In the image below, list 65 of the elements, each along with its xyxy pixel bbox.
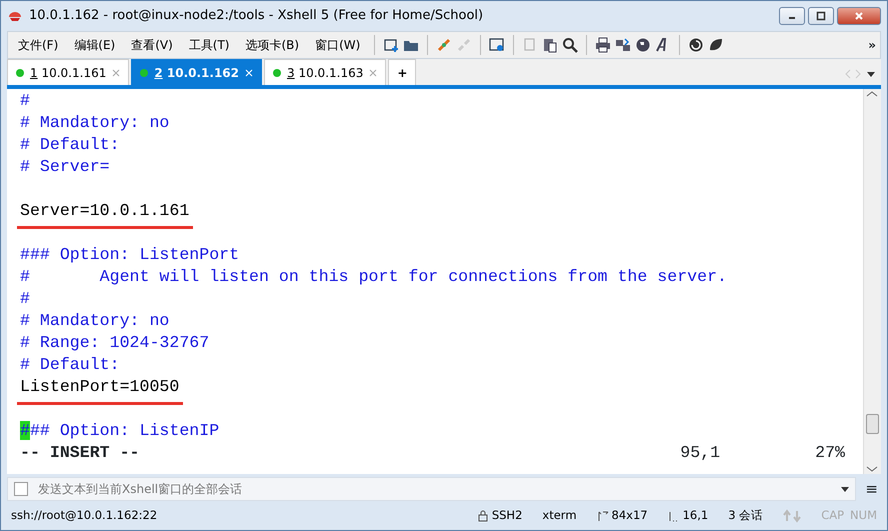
terminal-line: Server=10.0.1.161: [17, 204, 194, 229]
cursor-coordinates: 16,1: [682, 507, 708, 524]
connect-icon[interactable]: [436, 37, 452, 53]
terminal-line: # Mandatory: no: [20, 311, 170, 330]
cursor-position: 95,1: [680, 442, 720, 464]
status-dot-icon: [273, 68, 282, 76]
scroll-percent: 27%: [815, 442, 845, 464]
session-count: 3 会话: [728, 507, 764, 524]
session-tab[interactable]: 2 10.0.1.162: [131, 59, 262, 85]
menu-item[interactable]: 工具(T): [182, 34, 236, 56]
terminal-line: ### Option: ListenPort: [20, 245, 240, 264]
properties-icon[interactable]: [489, 37, 506, 53]
transfer-icon[interactable]: [615, 37, 632, 53]
terminal-line: #: [20, 289, 30, 308]
terminal-line: ### Option: ListenIP: [20, 421, 220, 440]
lock-icon: [476, 510, 489, 522]
session-tab[interactable]: 3 10.0.1.163: [264, 59, 386, 85]
terminal-line: # Default:: [20, 135, 120, 154]
maximize-icon: [816, 11, 826, 21]
scroll-up-icon[interactable]: [864, 89, 880, 99]
overflow-button[interactable]: »: [868, 36, 876, 54]
scrollbar-thumb[interactable]: [866, 414, 879, 434]
protocol-label: SSH2: [492, 507, 522, 524]
menu-item[interactable]: 选项卡(B): [240, 34, 306, 56]
terminal-line: # Mandatory: no: [20, 113, 170, 132]
terminal-line: # Range: 1024-32767: [20, 333, 210, 352]
num-lock-indicator: NUM: [850, 507, 877, 524]
resize-icon: [596, 510, 609, 522]
vim-mode: -- INSERT --: [20, 442, 140, 464]
new-session-icon[interactable]: [383, 37, 400, 53]
close-icon: [854, 11, 864, 21]
menu-item[interactable]: 文件(F): [12, 34, 64, 56]
connection-address: ssh://root@10.0.1.162:22: [11, 507, 158, 524]
compose-field[interactable]: 发送文本到当前Xshell窗口的全部会话: [7, 477, 856, 501]
status-dot-icon: [140, 68, 148, 76]
compose-input-field[interactable]: 发送文本到当前Xshell窗口的全部会话: [36, 479, 834, 499]
menu-button[interactable]: ≡: [862, 478, 881, 500]
search-icon[interactable]: [562, 37, 578, 53]
cursor-icon: [668, 510, 680, 522]
menu-item[interactable]: 查看(V): [125, 34, 179, 56]
printer-icon[interactable]: [595, 37, 612, 53]
terminal-type: xterm: [542, 507, 577, 524]
terminal-line: # Default:: [20, 355, 120, 374]
terminal-line: #: [20, 91, 30, 110]
new-tab-button[interactable]: +: [388, 59, 416, 85]
terminal-line: ListenPort=10050: [17, 380, 184, 405]
up-down-arrows-icon: [783, 509, 802, 523]
window-title: 10.0.1.162 - root@inux-node2:/tools - Xshell 5 (Free for Home/School): [29, 7, 484, 26]
caps-lock-indicator: CAP: [821, 507, 844, 524]
menu-item[interactable]: 编辑(E): [68, 34, 122, 56]
status-dot-icon: [16, 68, 24, 76]
leaf-icon[interactable]: [708, 37, 724, 53]
caret-icon[interactable]: [867, 72, 875, 76]
caret-icon[interactable]: [841, 486, 850, 492]
close-button[interactable]: [837, 7, 881, 25]
menu-item[interactable]: 窗口(W): [309, 34, 366, 56]
terminal-size: 84x17: [612, 507, 648, 524]
maximize-button[interactable]: [808, 7, 834, 25]
terminal-line: # Server=: [20, 157, 110, 176]
paste-icon[interactable]: [542, 37, 558, 53]
minimize-button[interactable]: [779, 7, 805, 25]
terminal-line: # Agent will listen on this port for connections from the server.: [20, 267, 728, 286]
session-tab[interactable]: 1 10.0.1.161: [7, 59, 130, 85]
scroll-down-icon[interactable]: [864, 464, 880, 474]
checkbox-icon[interactable]: [14, 482, 28, 496]
